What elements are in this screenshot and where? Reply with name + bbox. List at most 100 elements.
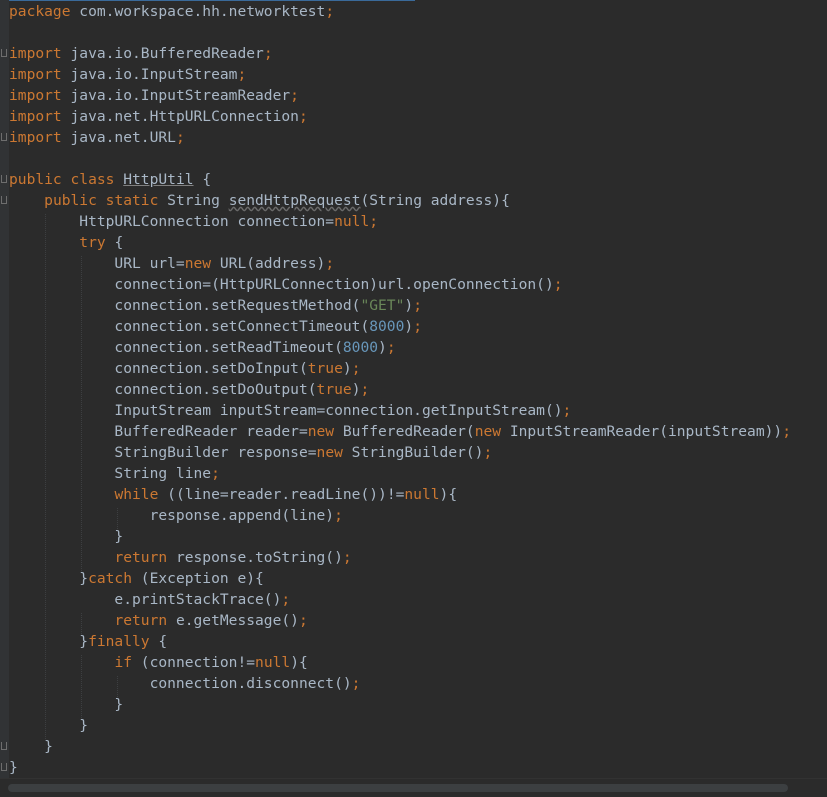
code-token: ; [211,465,220,482]
code-token: import [9,129,62,146]
code-line[interactable]: connection.setConnectTimeout(8000); [9,316,827,337]
indent-guide [45,214,46,739]
code-token: package [9,3,71,20]
code-token: null [255,654,291,671]
code-token: new [307,423,335,440]
code-token: response.toString() [167,549,343,566]
code-token: } [9,738,53,755]
code-token: return [114,612,168,629]
code-token: (String address){ [360,192,510,209]
code-token: } [9,696,124,713]
code-line[interactable]: try { [9,232,827,253]
code-line[interactable]: StringBuilder response=new StringBuilder… [9,442,827,463]
code-token: (Exception e){ [132,570,264,587]
code-token: String [167,192,229,209]
code-token: java.io.InputStreamReader [61,87,291,104]
code-editor[interactable]: package com.workspace.hh.networktest;​im… [0,0,827,797]
code-token: { [105,234,124,251]
fold-marker-icon[interactable] [1,763,7,771]
code-token: e.printStackTrace() [9,591,282,608]
code-token: ; [325,255,335,272]
fold-marker-icon[interactable] [1,175,7,183]
code-token: com.workspace.hh.networktest [70,3,326,20]
code-token: ){ [290,654,308,671]
code-line[interactable]: public class HttpUtil { [9,169,827,190]
code-line[interactable]: package com.workspace.hh.networktest; [9,1,827,22]
code-line[interactable]: e.printStackTrace(); [9,589,827,610]
code-token: ) [378,339,387,356]
code-line[interactable]: import java.io.InputStreamReader; [9,85,827,106]
fold-marker-icon[interactable] [1,133,7,141]
code-token: StringBuilder() [342,444,484,461]
code-token: ; [413,318,422,335]
code-line[interactable]: } [9,715,827,736]
code-token: } [9,759,18,776]
code-line[interactable]: }catch (Exception e){ [9,568,827,589]
scrollbar-thumb[interactable] [8,784,788,792]
code-token: java.net.URL [61,129,176,146]
code-token: connection.setReadTimeout( [9,339,343,356]
code-token: ; [483,444,493,461]
fold-marker-icon[interactable] [1,49,7,57]
code-token: ; [562,402,572,419]
code-line[interactable]: } [9,757,827,778]
code-line[interactable]: if (connection!=null){ [9,652,827,673]
code-line[interactable]: connection.setDoOutput(true); [9,379,827,400]
code-line[interactable]: import java.net.HttpURLConnection; [9,106,827,127]
code-line[interactable]: response.append(line); [9,505,827,526]
horizontal-scrollbar[interactable] [0,778,827,797]
code-line[interactable]: connection.setDoInput(true); [9,358,827,379]
code-line[interactable]: }finally { [9,631,827,652]
code-token: ; [298,612,308,629]
indent-guide [117,508,118,529]
editor-gutter [0,0,9,797]
code-token: HttpUtil [123,171,194,188]
code-token: connection.setConnectTimeout( [9,318,370,335]
fold-marker-icon[interactable] [1,742,7,750]
fold-marker-icon[interactable] [1,196,7,204]
code-line[interactable]: } [9,526,827,547]
code-line[interactable]: } [9,694,827,715]
code-token: "GET" [360,297,405,314]
code-line[interactable]: import java.io.InputStream; [9,64,827,85]
code-token: connection.disconnect() [9,675,352,692]
code-line[interactable]: connection.setRequestMethod("GET"); [9,295,827,316]
code-line[interactable]: connection=(HttpURLConnection)url.openCo… [9,274,827,295]
code-line[interactable]: public static String sendHttpRequest(Str… [9,190,827,211]
code-line[interactable]: BufferedReader reader=new BufferedReader… [9,421,827,442]
code-line[interactable]: connection.disconnect(); [9,673,827,694]
code-line[interactable]: } [9,736,827,757]
code-line[interactable]: HttpURLConnection connection=null; [9,211,827,232]
code-area[interactable]: package com.workspace.hh.networktest;​im… [9,1,827,797]
code-token: import [9,108,62,125]
code-token: StringBuilder response= [9,444,317,461]
code-token: ; [413,297,422,314]
code-token: ; [281,591,291,608]
code-token: ; [290,87,299,104]
code-line[interactable]: import java.net.URL; [9,127,827,148]
code-line[interactable]: connection.setReadTimeout(8000); [9,337,827,358]
code-token: sendHttpRequest [228,192,361,209]
code-token: finally [88,633,150,650]
code-line[interactable]: return e.getMessage(); [9,610,827,631]
code-token: null; [334,213,379,230]
code-line[interactable]: InputStream inputStream=connection.getIn… [9,400,827,421]
code-token: } [9,528,124,545]
code-line[interactable]: while ((line=reader.readLine())!=null){ [9,484,827,505]
code-line[interactable]: return response.toString(); [9,547,827,568]
code-token: ((line=reader.readLine())!= [158,486,405,503]
code-token: URL(address) [211,255,326,272]
code-line[interactable]: URL url=new URL(address); [9,253,827,274]
code-token: public static [44,192,168,209]
code-token: return [114,549,168,566]
code-token: InputStream inputStream=connection.getIn… [9,402,563,419]
code-token: connection.setRequestMethod( [9,297,361,314]
code-line[interactable]: import java.io.BufferedReader; [9,43,827,64]
code-line[interactable]: String line; [9,463,827,484]
code-line[interactable]: ​ [9,148,827,169]
code-line[interactable]: ​ [9,22,827,43]
code-token: ; [263,45,273,62]
